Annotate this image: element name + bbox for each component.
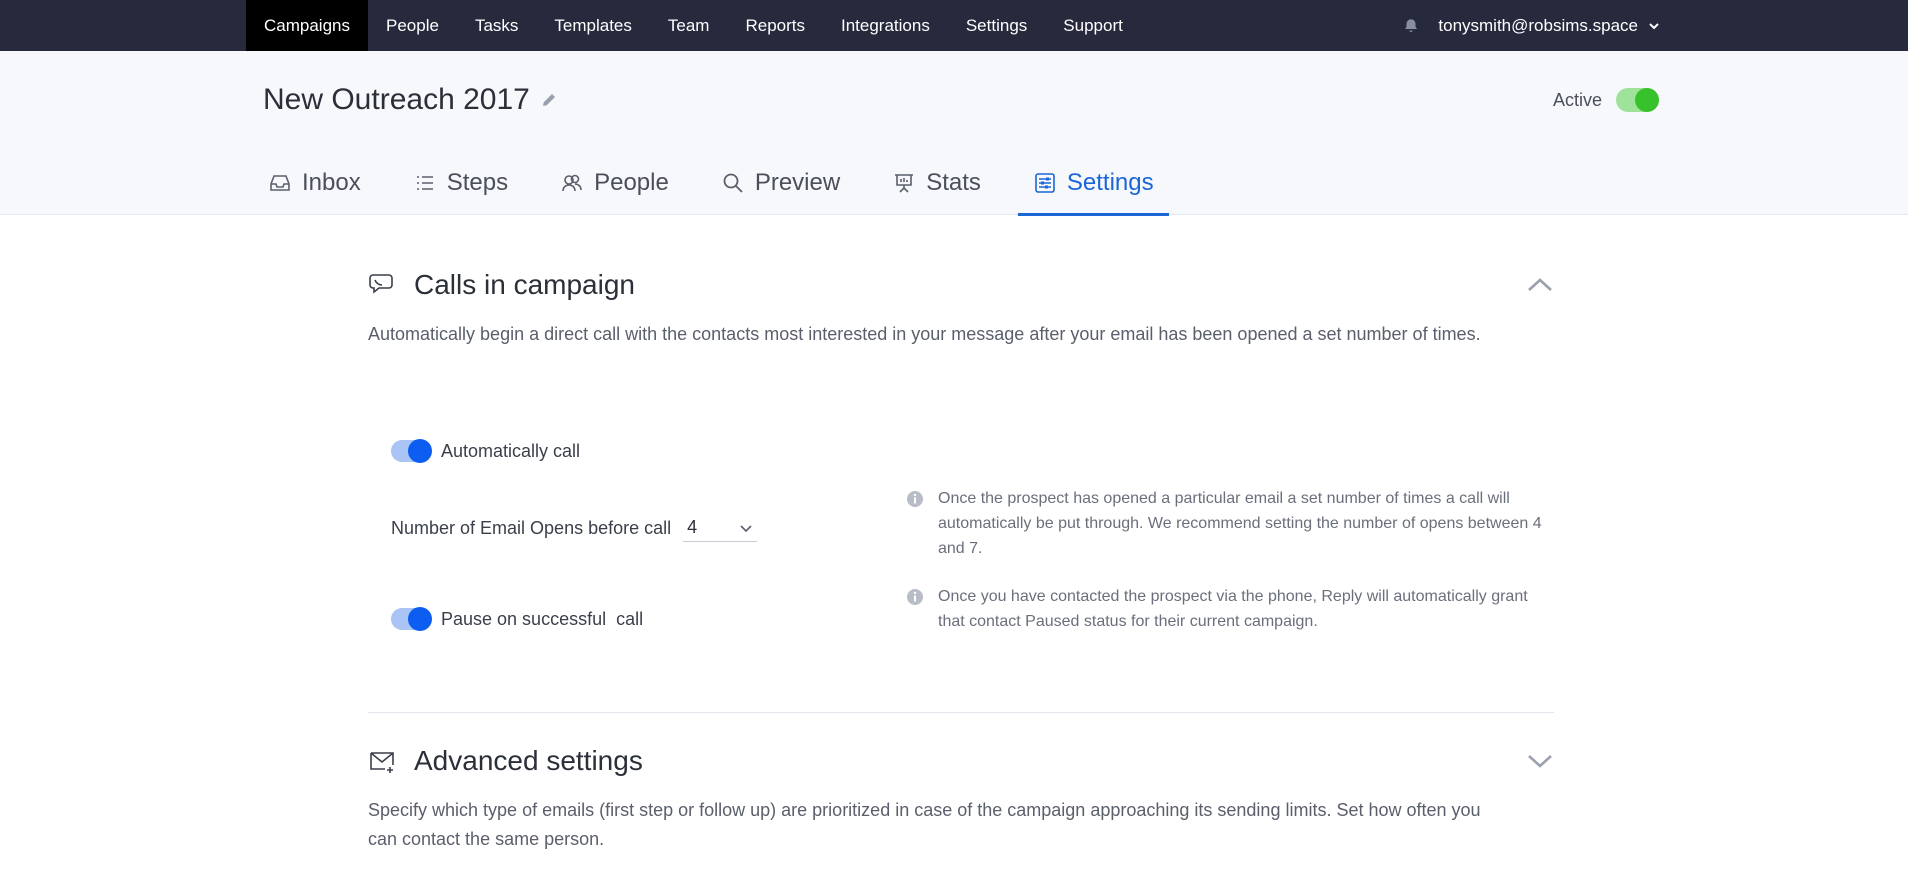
nav-people[interactable]: People [368, 0, 457, 51]
campaign-title: New Outreach 2017 [263, 83, 530, 116]
opens-label: Number of Email Opens before call [391, 517, 672, 538]
info-icon [907, 491, 923, 507]
tab-preview[interactable]: Preview [706, 150, 855, 216]
opens-hint: Once the prospect has opened a particula… [906, 486, 1546, 561]
chevron-down-icon[interactable] [1648, 20, 1660, 32]
tab-people[interactable]: People [545, 150, 684, 216]
pause-row: Pause on successful call [391, 607, 644, 631]
search-icon [723, 173, 743, 193]
tab-label: People [594, 169, 669, 196]
advanced-section-title: Advanced settings [414, 745, 643, 776]
user-email[interactable]: tonysmith@robsims.space [1438, 16, 1638, 36]
bell-icon[interactable] [1402, 17, 1420, 35]
section-divider [368, 712, 1554, 713]
tab-inbox[interactable]: Inbox [253, 150, 376, 216]
nav-team[interactable]: Team [650, 0, 728, 51]
campaign-tabs: Inbox Steps People Preview Stats Setting… [253, 150, 1191, 216]
tab-label: Inbox [302, 169, 361, 196]
sliders-icon [1035, 173, 1055, 193]
calls-section-description: Automatically begin a direct call with t… [368, 324, 1481, 344]
chat-bubble-icon [369, 274, 393, 294]
opens-row: Number of Email Opens before call 4 [391, 514, 758, 542]
tab-label: Settings [1066, 169, 1154, 196]
chevron-down-icon [740, 524, 752, 532]
auto-call-label: Automatically call [441, 440, 581, 461]
campaign-active-toggle[interactable] [1616, 88, 1659, 112]
nav-reports[interactable]: Reports [727, 0, 823, 51]
opens-hint-text: Once the prospect has opened a particula… [938, 490, 1542, 557]
auto-call-toggle[interactable] [391, 439, 432, 463]
top-navbar: Campaigns People Tasks Templates Team Re… [0, 0, 1908, 51]
pause-label: Pause on successful call [441, 608, 644, 629]
nav-integrations[interactable]: Integrations [823, 0, 948, 51]
tab-label: Stats [926, 169, 981, 196]
pause-toggle[interactable] [391, 607, 432, 631]
tab-label: Steps [446, 169, 509, 196]
pause-hint-text: Once you have contacted the prospect via… [938, 588, 1528, 630]
active-label: Active [1552, 89, 1602, 110]
campaign-header: New Outreach 2017 Active Inbox Steps Peo… [0, 51, 1908, 216]
nav-tasks[interactable]: Tasks [457, 0, 536, 51]
advanced-section: Advanced settings Specify which type of … [368, 738, 1554, 854]
calls-section-title: Calls in campaign [414, 269, 635, 300]
nav-campaigns[interactable]: Campaigns [246, 0, 368, 51]
tab-stats[interactable]: Stats [877, 150, 996, 216]
opens-select[interactable]: 4 [683, 514, 758, 542]
list-icon [416, 176, 433, 190]
tab-steps[interactable]: Steps [398, 150, 523, 216]
calls-section: Calls in campaign Automatically begin a … [368, 262, 1554, 349]
info-icon [907, 589, 923, 605]
opens-select-value: 4 [687, 517, 698, 537]
inbox-icon [270, 175, 290, 191]
pause-hint: Once you have contacted the prospect via… [906, 584, 1546, 634]
presentation-icon [895, 174, 914, 193]
chevron-up-icon[interactable] [1526, 274, 1554, 296]
nav-support[interactable]: Support [1045, 0, 1141, 51]
main-menu: Campaigns People Tasks Templates Team Re… [246, 0, 1141, 51]
user-menu[interactable]: tonysmith@robsims.space [1402, 0, 1660, 51]
advanced-section-description: Specify which type of emails (first step… [368, 800, 1481, 849]
pencil-icon[interactable] [540, 91, 558, 109]
chevron-down-icon[interactable] [1526, 750, 1554, 772]
mail-add-icon [370, 752, 394, 773]
tab-settings[interactable]: Settings [1017, 150, 1169, 216]
auto-call-row: Automatically call [391, 439, 581, 463]
tab-label: Preview [754, 169, 841, 196]
nav-templates[interactable]: Templates [536, 0, 649, 51]
nav-settings[interactable]: Settings [948, 0, 1045, 51]
people-icon [562, 174, 582, 192]
